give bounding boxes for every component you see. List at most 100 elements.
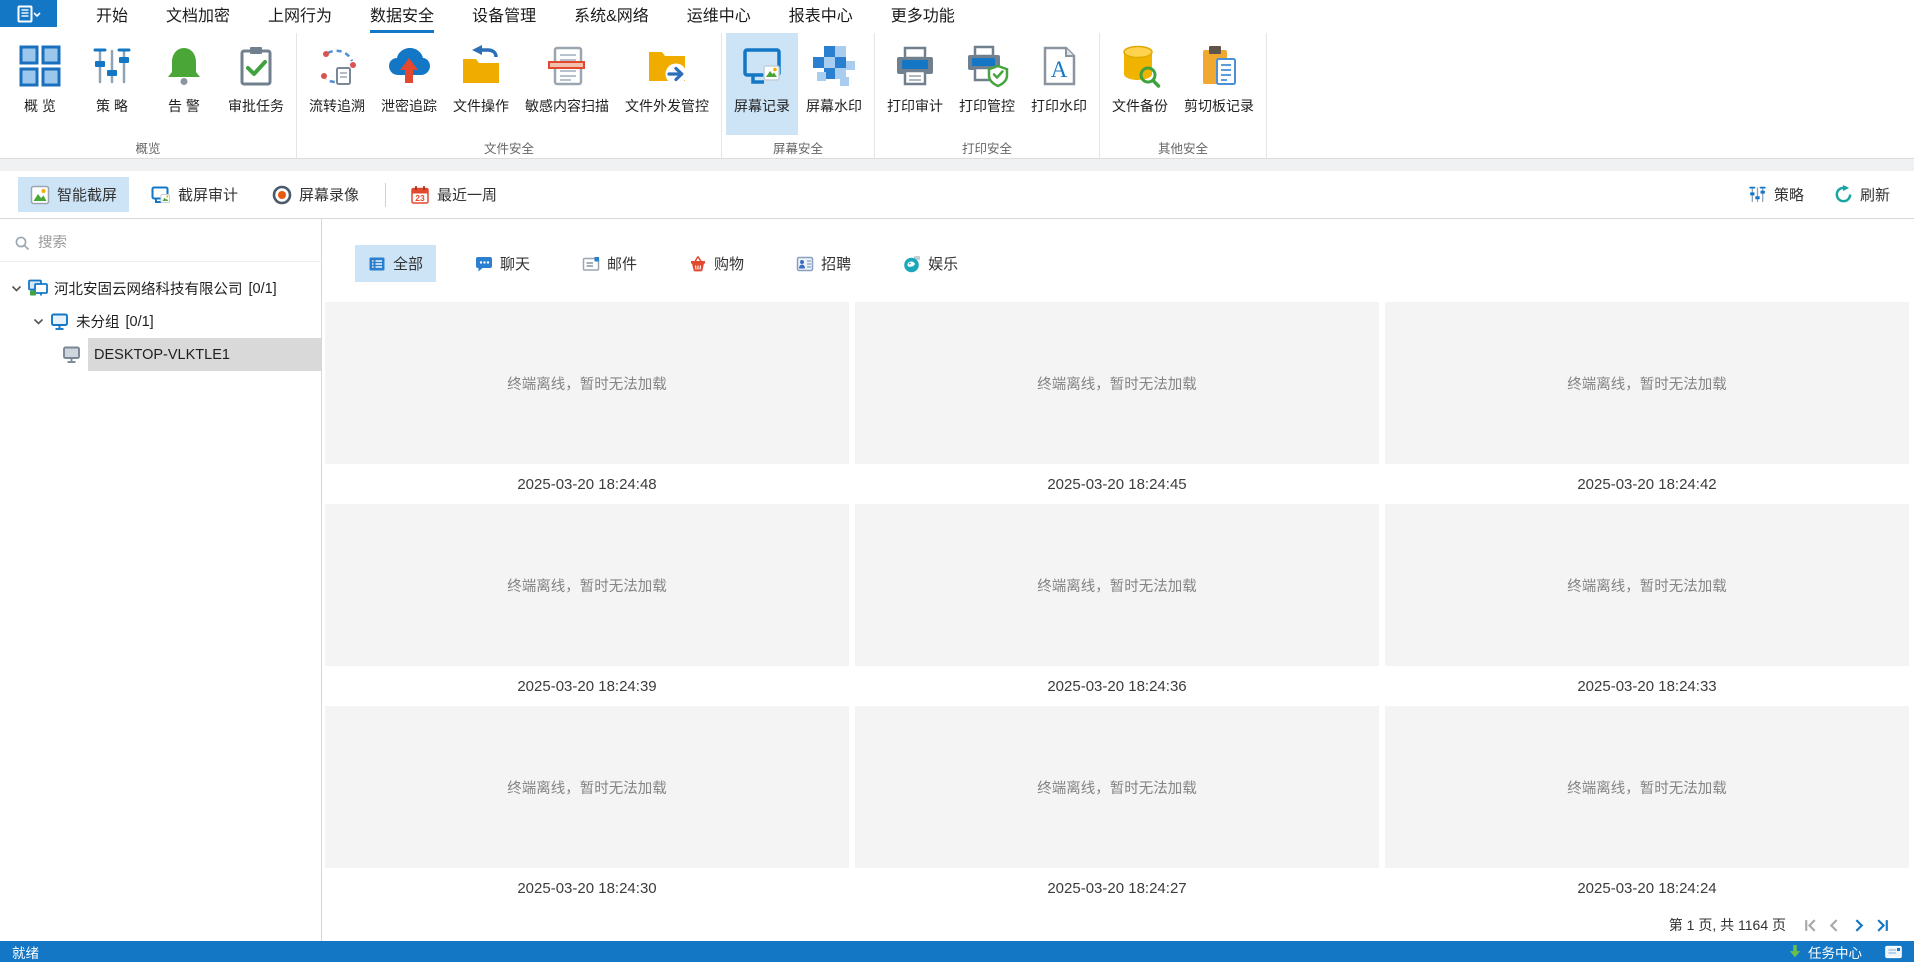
mail-envelope-icon bbox=[582, 255, 600, 273]
filter-shopping-button[interactable]: 购物 bbox=[676, 245, 757, 282]
toolbar-right: 策略 刷新 bbox=[1746, 177, 1892, 212]
ribbon-item-file-backup[interactable]: 文件备份 bbox=[1104, 33, 1176, 135]
tree-node-selected-highlight: DESKTOP-VLKTLE1 bbox=[88, 338, 321, 371]
screenshot-timestamp: 2025-03-20 18:24:39 bbox=[325, 666, 849, 706]
chevron-down-icon[interactable] bbox=[30, 318, 46, 326]
ribbon-item-sensitive-scan[interactable]: 敏感内容扫描 bbox=[517, 33, 617, 135]
menu-tab-report-center[interactable]: 报表中心 bbox=[789, 0, 853, 33]
screenshot-timestamp: 2025-03-20 18:24:45 bbox=[855, 464, 1379, 504]
ribbon-item-file-ops[interactable]: 文件操作 bbox=[445, 33, 517, 135]
terminal-tree-sidebar: 河北安固云网络科技有限公司 [0/1] 未分组 [0/1] DESKTOP-VL… bbox=[0, 219, 322, 941]
screenshot-card[interactable]: 终端离线，暂时无法加载 bbox=[855, 706, 1379, 868]
ribbon-item-print-audit[interactable]: 打印审计 bbox=[879, 33, 951, 135]
screenshot-cell: 终端离线，暂时无法加载 2025-03-20 18:24:48 bbox=[325, 302, 849, 504]
filter-chat-button[interactable]: 聊天 bbox=[462, 245, 543, 282]
entertainment-icon bbox=[903, 255, 921, 273]
next-page-icon[interactable] bbox=[1851, 918, 1866, 933]
ribbon-item-overview[interactable]: 概 览 bbox=[4, 33, 76, 135]
search-icon bbox=[14, 235, 30, 251]
menu-tab-ops-center[interactable]: 运维中心 bbox=[687, 0, 751, 33]
screenshot-grid: 终端离线，暂时无法加载 2025-03-20 18:24:48 终端离线，暂时无… bbox=[325, 302, 1914, 908]
status-bar: 就绪 任务中心 bbox=[0, 941, 1914, 962]
screenshot-cell: 终端离线，暂时无法加载 2025-03-20 18:24:42 bbox=[1385, 302, 1909, 504]
offline-message: 终端离线，暂时无法加载 bbox=[507, 777, 667, 798]
filter-all-button[interactable]: 全部 bbox=[355, 245, 436, 282]
file-backup-icon bbox=[1117, 43, 1163, 89]
smart-screenshot-icon bbox=[30, 185, 50, 205]
ribbon-item-label: 审批任务 bbox=[228, 96, 284, 116]
menu-tab-more[interactable]: 更多功能 bbox=[891, 0, 955, 33]
policy-button[interactable]: 策略 bbox=[1746, 177, 1806, 212]
leak-trace-cloud-icon bbox=[386, 43, 432, 89]
menu-tab-web-behavior[interactable]: 上网行为 bbox=[268, 0, 332, 33]
prev-page-icon[interactable] bbox=[1827, 918, 1842, 933]
ribbon-item-screen-record[interactable]: 屏幕记录 bbox=[726, 33, 798, 135]
screenshot-card[interactable]: 终端离线，暂时无法加载 bbox=[1385, 706, 1909, 868]
filter-label: 招聘 bbox=[821, 253, 851, 274]
ribbon-item-alert[interactable]: 告 警 bbox=[148, 33, 220, 135]
offline-message: 终端离线，暂时无法加载 bbox=[1567, 575, 1727, 596]
filter-recruit-button[interactable]: 招聘 bbox=[783, 245, 864, 282]
ribbon-item-approval-tasks[interactable]: 审批任务 bbox=[220, 33, 292, 135]
screenshot-card[interactable]: 终端离线，暂时无法加载 bbox=[325, 706, 849, 868]
calendar-icon: 23 bbox=[410, 185, 430, 205]
offline-message: 终端离线，暂时无法加载 bbox=[1037, 575, 1197, 596]
filter-mail-button[interactable]: 邮件 bbox=[569, 245, 650, 282]
menu-tab-device-mgmt[interactable]: 设备管理 bbox=[472, 0, 536, 33]
task-center-button[interactable]: 任务中心 bbox=[1788, 942, 1862, 962]
ribbon-item-print-control[interactable]: 打印管控 bbox=[951, 33, 1023, 135]
screenshot-card[interactable]: 终端离线，暂时无法加载 bbox=[1385, 504, 1909, 666]
screen-record-icon bbox=[739, 43, 785, 89]
content-area: 河北安固云网络科技有限公司 [0/1] 未分组 [0/1] DESKTOP-VL… bbox=[0, 219, 1914, 941]
screenshot-card[interactable]: 终端离线，暂时无法加载 bbox=[325, 302, 849, 464]
offline-message: 终端离线，暂时无法加载 bbox=[1567, 777, 1727, 798]
screenshot-cell: 终端离线，暂时无法加载 2025-03-20 18:24:39 bbox=[325, 504, 849, 706]
toolbar-divider bbox=[385, 183, 386, 207]
main-panel: 全部 聊天 邮件 购物 bbox=[322, 219, 1914, 941]
tree-node-terminal-selected[interactable]: DESKTOP-VLKTLE1 bbox=[0, 338, 321, 371]
ribbon-item-print-watermark[interactable]: A 打印水印 bbox=[1023, 33, 1095, 135]
filter-entertainment-button[interactable]: 娱乐 bbox=[890, 245, 971, 282]
view-screenshot-audit-button[interactable]: 截屏审计 bbox=[139, 177, 250, 212]
view-smart-screenshot-button[interactable]: 智能截屏 bbox=[18, 177, 129, 212]
menu-bar: 开始 文档加密 上网行为 数据安全 设备管理 系统&网络 运维中心 报表中心 更… bbox=[0, 0, 1914, 33]
ribbon-group-label: 概览 bbox=[4, 135, 292, 162]
ribbon-item-label: 告 警 bbox=[168, 96, 200, 116]
screenshot-card[interactable]: 终端离线，暂时无法加载 bbox=[1385, 302, 1909, 464]
tree-node-ungrouped[interactable]: 未分组 [0/1] bbox=[0, 305, 321, 338]
chevron-down-icon[interactable] bbox=[8, 285, 24, 293]
ribbon-item-leak-trace[interactable]: 泄密追踪 bbox=[373, 33, 445, 135]
screenshot-timestamp: 2025-03-20 18:24:42 bbox=[1385, 464, 1909, 504]
task-message-icon[interactable] bbox=[1885, 945, 1902, 959]
all-list-icon bbox=[368, 255, 386, 273]
policy-button-label: 策略 bbox=[1774, 184, 1804, 205]
shopping-basket-icon bbox=[689, 255, 707, 273]
ribbon-item-screen-watermark[interactable]: 屏幕水印 bbox=[798, 33, 870, 135]
menu-tab-data-security[interactable]: 数据安全 bbox=[370, 0, 434, 33]
ribbon-group-overview: 概 览 策 略 告 警 审批任务 概览 bbox=[0, 33, 297, 158]
tree-node-company[interactable]: 河北安固云网络科技有限公司 [0/1] bbox=[0, 272, 321, 305]
screenshot-card[interactable]: 终端离线，暂时无法加载 bbox=[325, 504, 849, 666]
view-screen-video-button[interactable]: 屏幕录像 bbox=[260, 177, 371, 212]
date-range-button[interactable]: 23 最近一周 bbox=[398, 177, 509, 212]
screenshot-card[interactable]: 终端离线，暂时无法加载 bbox=[855, 504, 1379, 666]
menu-tab-doc-encrypt[interactable]: 文档加密 bbox=[166, 0, 230, 33]
first-page-icon[interactable] bbox=[1803, 918, 1818, 933]
refresh-button[interactable]: 刷新 bbox=[1832, 177, 1892, 212]
menu-tab-system-network[interactable]: 系统&网络 bbox=[574, 0, 649, 33]
last-page-icon[interactable] bbox=[1875, 918, 1890, 933]
screenshot-audit-icon bbox=[151, 185, 171, 205]
menu-tab-start[interactable]: 开始 bbox=[96, 0, 128, 33]
print-watermark-icon: A bbox=[1036, 43, 1082, 89]
ribbon-item-clipboard-record[interactable]: 剪切板记录 bbox=[1176, 33, 1262, 135]
view-toolbar: 智能截屏 截屏审计 屏幕录像 23 最近一周 策略 刷新 bbox=[0, 171, 1914, 219]
screenshot-timestamp: 2025-03-20 18:24:30 bbox=[325, 868, 849, 908]
ribbon-item-policy[interactable]: 策 略 bbox=[76, 33, 148, 135]
ribbon-item-file-outgoing[interactable]: 文件外发管控 bbox=[617, 33, 717, 135]
app-menu-button[interactable] bbox=[0, 0, 57, 27]
search-input[interactable] bbox=[38, 235, 307, 251]
ribbon-item-label: 敏感内容扫描 bbox=[525, 96, 609, 116]
ribbon-item-flow-trace[interactable]: 流转追溯 bbox=[301, 33, 373, 135]
date-range-label: 最近一周 bbox=[437, 184, 497, 205]
screenshot-card[interactable]: 终端离线，暂时无法加载 bbox=[855, 302, 1379, 464]
